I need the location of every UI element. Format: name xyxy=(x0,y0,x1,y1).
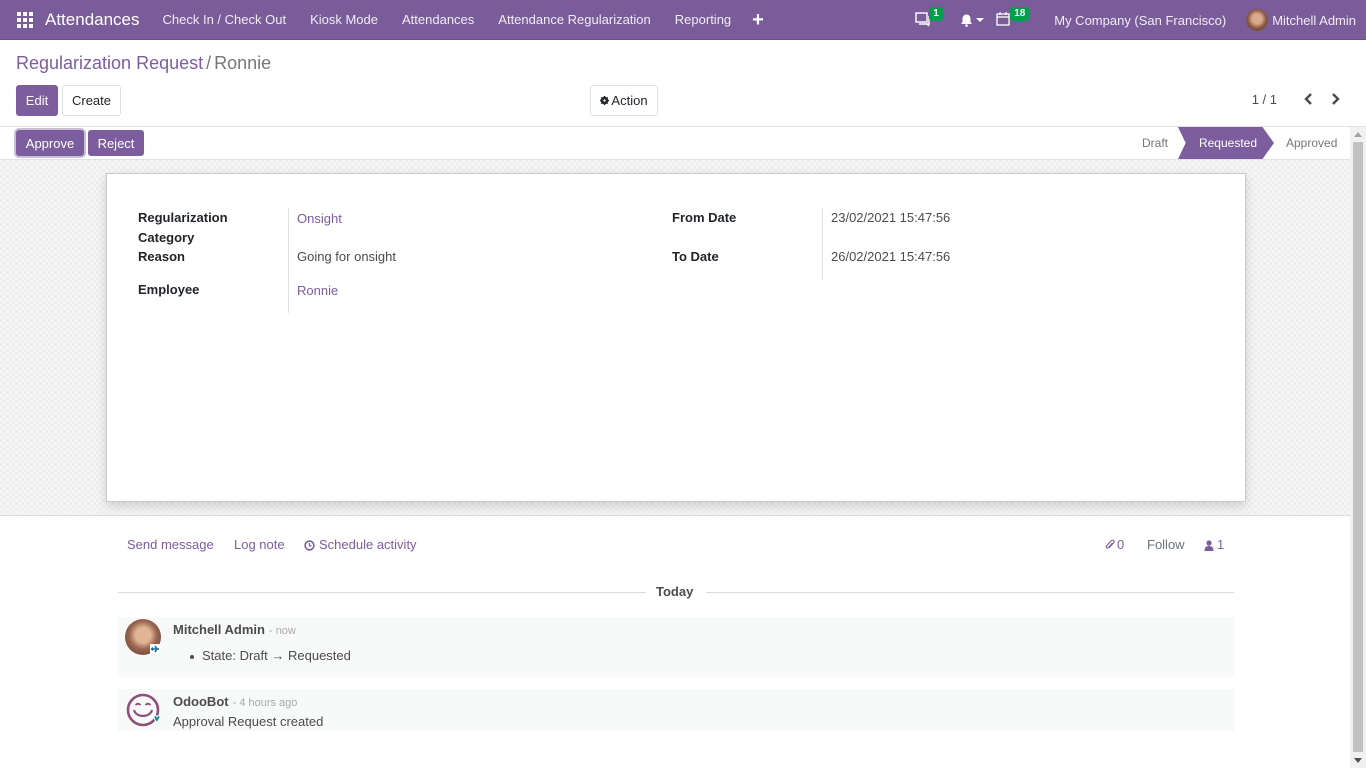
pager-value[interactable]: 1 / 1 xyxy=(1252,92,1277,107)
send-message-button[interactable]: Send message xyxy=(127,534,214,556)
breadcrumb-parent[interactable]: Regularization Request xyxy=(16,53,203,73)
systray: 1 18 My Company (San Francisco) Mitchell… xyxy=(914,0,1366,40)
date-separator: Today xyxy=(118,583,1234,603)
date-separator-label: Today xyxy=(656,584,694,599)
follow-button[interactable]: Follow xyxy=(1147,534,1185,556)
regularization-category-value[interactable]: Onsight xyxy=(297,209,342,229)
scroll-down-arrow-icon[interactable] xyxy=(1354,758,1362,763)
menu-kiosk-mode[interactable]: Kiosk Mode xyxy=(298,0,390,40)
pager-previous[interactable] xyxy=(1300,90,1316,108)
bell-icon xyxy=(961,14,973,27)
caret-down-icon xyxy=(976,18,985,22)
status-step-requested[interactable]: Requested xyxy=(1178,127,1274,159)
followers-button[interactable]: 1 xyxy=(1204,534,1224,556)
right-group-divider xyxy=(822,208,823,280)
message-body: Approval Request created xyxy=(173,714,324,729)
action-label: Action xyxy=(611,93,648,108)
menu-reporting[interactable]: Reporting xyxy=(663,0,743,40)
notifications-menu[interactable] xyxy=(960,0,990,40)
reason-label: Reason xyxy=(138,249,185,264)
control-panel: Regularization Request / Ronnie Edit Creat… xyxy=(0,40,1366,127)
menu-attendance-regularization[interactable]: Attendance Regularization xyxy=(486,0,663,40)
left-group-divider xyxy=(288,208,289,313)
to-date-value: 26/02/2021 15:47:56 xyxy=(831,249,951,264)
form-background: Regularization Category Onsight Reason G… xyxy=(0,160,1350,516)
message-item: OdooBot - 4 hours ago Approval Request cr… xyxy=(118,689,1234,731)
activities-badge: 18 xyxy=(1010,7,1030,21)
status-step-draft[interactable]: Draft xyxy=(1142,127,1168,159)
reject-button[interactable]: Reject xyxy=(88,130,144,156)
chatter-topbar: Send message Log note Schedule activity … xyxy=(0,534,1350,556)
calendar-icon xyxy=(996,12,1010,26)
user-icon xyxy=(1204,539,1214,551)
user-avatar xyxy=(1246,9,1269,31)
gear-icon xyxy=(600,96,610,105)
scroll-up-arrow-icon[interactable] xyxy=(1354,132,1362,137)
menu-check-in-out[interactable]: Check In / Check Out xyxy=(151,0,299,40)
tracking-new-value: Requested xyxy=(288,648,351,663)
status-step-approved[interactable]: Approved xyxy=(1286,127,1337,159)
pager-next[interactable] xyxy=(1327,90,1343,108)
approve-button[interactable]: Approve xyxy=(16,130,84,156)
messaging-menu[interactable]: 1 xyxy=(914,0,944,40)
top-navbar: Attendances Check In / Check Out Kiosk M… xyxy=(0,0,1366,40)
apps-menu-icon[interactable] xyxy=(17,11,33,28)
to-date-label: To Date xyxy=(672,249,719,264)
regularization-category-label: Regularization Category xyxy=(138,210,228,245)
clock-icon xyxy=(304,539,315,551)
employee-value[interactable]: Ronnie xyxy=(297,281,338,301)
form-sheet: Regularization Category Onsight Reason G… xyxy=(106,173,1246,502)
message-author[interactable]: Mitchell Admin - now xyxy=(173,622,296,637)
schedule-activity-button[interactable]: Schedule activity xyxy=(304,534,417,556)
attachments-count: 0 xyxy=(1117,537,1125,552)
action-button[interactable]: Action xyxy=(590,85,658,116)
statusbar: Approve Reject Draft Requested Approved xyxy=(0,127,1350,160)
company-switcher[interactable]: My Company (San Francisco) xyxy=(1054,13,1226,28)
message-date: - 4 hours ago xyxy=(232,697,298,709)
message-date: - now xyxy=(268,625,296,637)
chevron-right-icon xyxy=(1331,93,1340,105)
log-note-button[interactable]: Log note xyxy=(234,534,285,556)
plane-icon xyxy=(150,644,160,654)
employee-label: Employee xyxy=(138,282,200,297)
main-menu: Check In / Check Out Kiosk Mode Attendan… xyxy=(151,0,770,40)
schedule-activity-label: Schedule activity xyxy=(319,537,417,552)
app-title[interactable]: Attendances xyxy=(45,10,140,30)
message-item: Mitchell Admin - now State: Draft → Reque… xyxy=(118,617,1234,677)
from-date-value: 23/02/2021 15:47:56 xyxy=(831,210,951,225)
paperclip-icon xyxy=(1105,539,1115,549)
followers-count: 1 xyxy=(1217,537,1225,552)
tracking-old-value: State: Draft xyxy=(202,648,268,663)
arrow-right-icon: → xyxy=(271,648,285,663)
breadcrumb-current: Ronnie xyxy=(214,53,272,73)
attachments-button[interactable]: 0 xyxy=(1105,534,1124,556)
user-menu[interactable]: Mitchell Admin xyxy=(1246,9,1356,31)
breadcrumb-separator: / xyxy=(206,53,212,73)
chevron-left-icon xyxy=(1303,93,1312,105)
separator-line-left xyxy=(118,592,646,593)
menu-attendances[interactable]: Attendances xyxy=(390,0,486,40)
messages-badge: 1 xyxy=(929,7,943,21)
user-name: Mitchell Admin xyxy=(1272,12,1356,28)
from-date-label: From Date xyxy=(672,210,737,225)
message-author[interactable]: OdooBot - 4 hours ago xyxy=(173,694,297,709)
separator-line-right xyxy=(706,592,1234,593)
scroll-thumb[interactable] xyxy=(1353,142,1363,752)
edit-button[interactable]: Edit xyxy=(16,85,58,116)
vertical-scrollbar[interactable] xyxy=(1350,127,1366,768)
reason-value: Going for onsight xyxy=(297,249,397,264)
activity-menu[interactable]: 18 xyxy=(996,0,1032,40)
bullet xyxy=(190,655,194,659)
create-button[interactable]: Create xyxy=(62,85,121,116)
breadcrumb: Regularization Request / Ronnie xyxy=(16,53,271,74)
add-menu-icon[interactable]: + xyxy=(746,0,770,40)
odoobot-avatar[interactable] xyxy=(125,692,161,728)
message-body: State: Draft → Requested xyxy=(190,648,351,663)
